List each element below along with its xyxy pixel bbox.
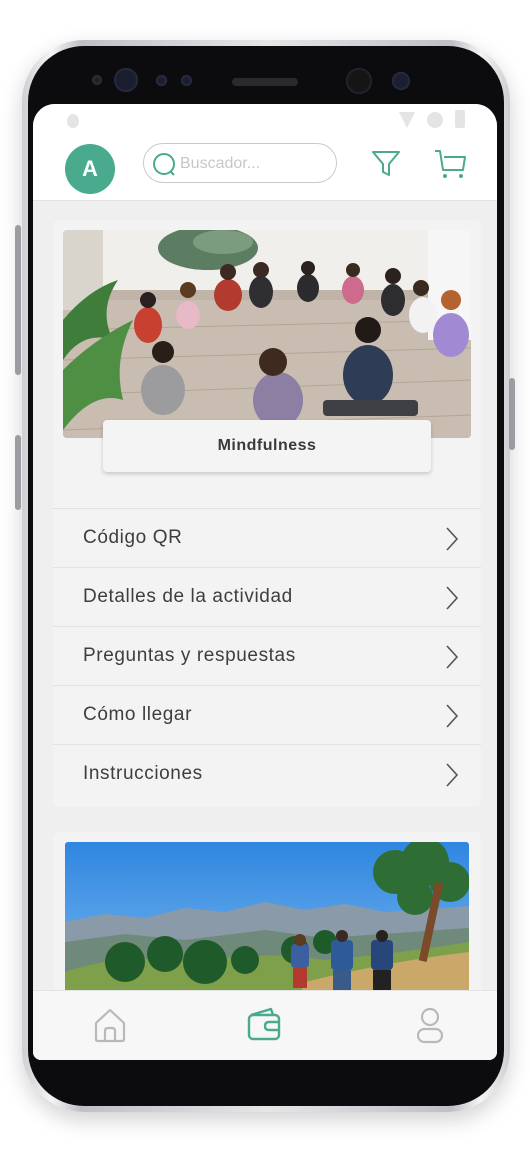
menu-item-instructions[interactable]: Instrucciones — [53, 744, 481, 803]
chevron-right-icon — [446, 586, 459, 610]
chevron-right-icon — [446, 527, 459, 551]
menu-item-label: Preguntas y respuestas — [83, 645, 296, 666]
logo-avatar[interactable]: A — [65, 144, 115, 194]
chevron-right-icon — [446, 704, 459, 728]
menu-item-activity-details[interactable]: Detalles de la actividad — [53, 567, 481, 626]
sensor-dot — [92, 75, 102, 85]
front-camera-2 — [346, 68, 372, 94]
nav-home-button[interactable] — [93, 1007, 127, 1048]
wallet-icon — [247, 1007, 281, 1041]
signal-icon — [399, 112, 415, 128]
activity-image — [63, 230, 471, 438]
earpiece-speaker — [232, 78, 298, 86]
menu-item-label: Código QR — [83, 527, 183, 548]
menu-item-qr-code[interactable]: Código QR — [53, 508, 481, 567]
menu-item-label: Instrucciones — [83, 763, 203, 784]
nav-profile-button[interactable] — [415, 1007, 445, 1050]
menu-item-label: Detalles de la actividad — [83, 586, 293, 607]
nav-wallet-button[interactable] — [247, 1007, 283, 1046]
filter-button[interactable] — [371, 148, 401, 183]
app-header: A — [33, 136, 497, 201]
battery-icon — [455, 110, 465, 128]
sensor-dot — [181, 75, 192, 86]
activity-menu: Código QR Detalles de la actividad Pregu… — [53, 508, 481, 803]
activity-title-text: Mindfulness — [217, 437, 317, 454]
avatar-letter: A — [82, 156, 98, 181]
activity-card-2[interactable] — [53, 832, 481, 990]
menu-item-faq[interactable]: Preguntas y respuestas — [53, 626, 481, 685]
menu-item-label: Cómo llegar — [83, 704, 193, 725]
wifi-icon — [427, 112, 443, 128]
chevron-right-icon — [446, 763, 459, 787]
app-screen: A Buscador... Mindfulness Código QR Deta… — [33, 104, 497, 1060]
filter-icon — [372, 151, 400, 176]
proximity-sensor — [392, 72, 410, 90]
side-button-right — [509, 378, 515, 450]
menu-item-directions[interactable]: Cómo llegar — [53, 685, 481, 744]
power-button-left — [15, 435, 21, 510]
hiking-image — [65, 842, 469, 990]
search-icon — [153, 153, 175, 176]
volume-button — [15, 225, 21, 375]
chevron-right-icon — [446, 645, 459, 669]
search-box[interactable] — [143, 143, 337, 183]
front-camera — [114, 68, 138, 92]
bottom-navigation — [33, 990, 497, 1060]
search-input[interactable] — [178, 150, 332, 178]
status-bar — [33, 104, 497, 136]
activity-card: Mindfulness Código QR Detalles de la act… — [53, 220, 481, 807]
activity-title: Mindfulness — [103, 420, 431, 472]
cart-button[interactable] — [433, 148, 467, 185]
sensor-dot — [156, 75, 167, 86]
notification-icon — [67, 114, 79, 128]
cart-icon — [435, 150, 466, 178]
scroll-content[interactable]: Mindfulness Código QR Detalles de la act… — [33, 200, 497, 990]
home-icon — [94, 1008, 126, 1043]
user-icon — [416, 1007, 444, 1044]
